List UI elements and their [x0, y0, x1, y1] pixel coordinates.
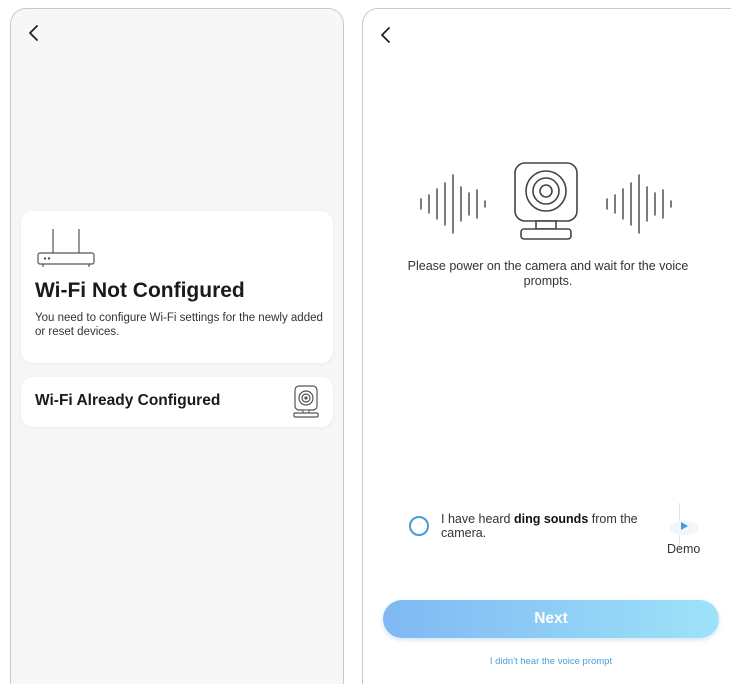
heard-sound-bold: ding sounds: [513, 512, 589, 526]
wifi-not-configured-card[interactable]: Wi-Fi Not Configured You need to configu…: [21, 211, 333, 363]
router-icon: [37, 229, 95, 267]
no-voice-prompt-link[interactable]: I didn't hear the voice prompt: [383, 656, 719, 667]
power-on-instruction: Please power on the camera and wait for …: [407, 259, 689, 288]
wifi-already-configured-card[interactable]: Wi-Fi Already Configured: [21, 377, 333, 427]
demo-play-icon[interactable]: [667, 517, 701, 535]
next-button[interactable]: Next: [383, 600, 719, 638]
heard-sound-prefix: I have heard: [441, 512, 514, 526]
wifi-already-configured-title: Wi-Fi Already Configured: [35, 392, 221, 409]
wifi-not-configured-description: You need to configure Wi-Fi settings for…: [35, 312, 323, 338]
camera-power-on-screen: Please power on the camera and wait for …: [362, 8, 731, 684]
heard-sound-label[interactable]: I have heard ding sounds from the camera…: [441, 512, 655, 540]
back-icon[interactable]: [27, 23, 41, 47]
camera-icon: [293, 385, 319, 418]
back-icon[interactable]: [379, 25, 393, 49]
heard-sound-radio[interactable]: [409, 516, 429, 536]
wifi-setup-screen: Wi-Fi Not Configured You need to configu…: [10, 8, 344, 684]
wifi-not-configured-title: Wi-Fi Not Configured: [35, 279, 245, 302]
camera-sound-illustration: [420, 162, 672, 240]
demo-label[interactable]: Demo: [667, 542, 700, 556]
